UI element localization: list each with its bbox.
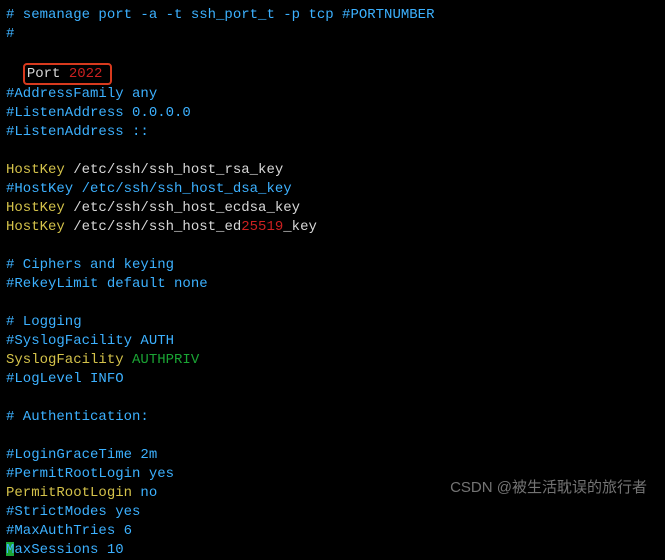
config-line: #SyslogFacility AUTH <box>6 332 659 351</box>
config-line: #HostKey /etc/ssh/ssh_host_dsa_key <box>6 180 659 199</box>
maxsessions-line: MaxSessions 10 <box>6 541 659 560</box>
config-line: # Logging <box>6 313 659 332</box>
maxsessions-text: MaxSessions 10 <box>6 542 124 558</box>
hostkey-path: /etc/ssh/ssh_host_ecdsa_key <box>65 200 300 216</box>
syslog-value: AUTHPRIV <box>124 352 200 368</box>
config-line: #MaxAuthTries 6 <box>6 522 659 541</box>
config-line: # <box>6 25 659 44</box>
config-line: #PermitRootLogin yes <box>6 465 659 484</box>
config-line: # Authentication: <box>6 408 659 427</box>
hostkey-path: _key <box>283 219 317 235</box>
permitroot-keyword: PermitRootLogin <box>6 485 132 501</box>
config-line: #ListenAddress 0.0.0.0 <box>6 104 659 123</box>
hostkey-line: HostKey /etc/ssh/ssh_host_ed25519_key <box>6 218 659 237</box>
port-number: 2022 <box>69 66 103 82</box>
blank-line <box>6 142 659 161</box>
hostkey-line: HostKey /etc/ssh/ssh_host_rsa_key <box>6 161 659 180</box>
port-keyword: Port <box>27 66 69 82</box>
hostkey-keyword: HostKey <box>6 200 65 216</box>
hostkey-keyword: HostKey <box>6 162 65 178</box>
permitroot-line: PermitRootLogin no <box>6 484 659 503</box>
syslog-keyword: SyslogFacility <box>6 352 124 368</box>
config-line: #AddressFamily any <box>6 85 659 104</box>
hostkey-keyword: HostKey <box>6 219 65 235</box>
hostkey-path: /etc/ssh/ssh_host_rsa_key <box>65 162 283 178</box>
hostkey-path: /etc/ssh/ssh_host_ed <box>65 219 241 235</box>
permitroot-value: no <box>132 485 157 501</box>
hostkey-num: 25519 <box>241 219 283 235</box>
config-line: #ListenAddress :: <box>6 123 659 142</box>
blank-line <box>6 294 659 313</box>
config-line: # semanage port -a -t ssh_port_t -p tcp … <box>6 6 659 25</box>
config-line: #LogLevel INFO <box>6 370 659 389</box>
config-line: # Ciphers and keying <box>6 256 659 275</box>
blank-line <box>6 389 659 408</box>
port-highlight-box: Port 2022 <box>23 63 113 85</box>
syslog-line: SyslogFacility AUTHPRIV <box>6 351 659 370</box>
config-line: #StrictModes yes <box>6 503 659 522</box>
hostkey-line: HostKey /etc/ssh/ssh_host_ecdsa_key <box>6 199 659 218</box>
blank-line <box>6 427 659 446</box>
blank-line <box>6 237 659 256</box>
config-line: #LoginGraceTime 2m <box>6 446 659 465</box>
config-line: #RekeyLimit default none <box>6 275 659 294</box>
port-line: Port 2022 <box>6 44 659 85</box>
